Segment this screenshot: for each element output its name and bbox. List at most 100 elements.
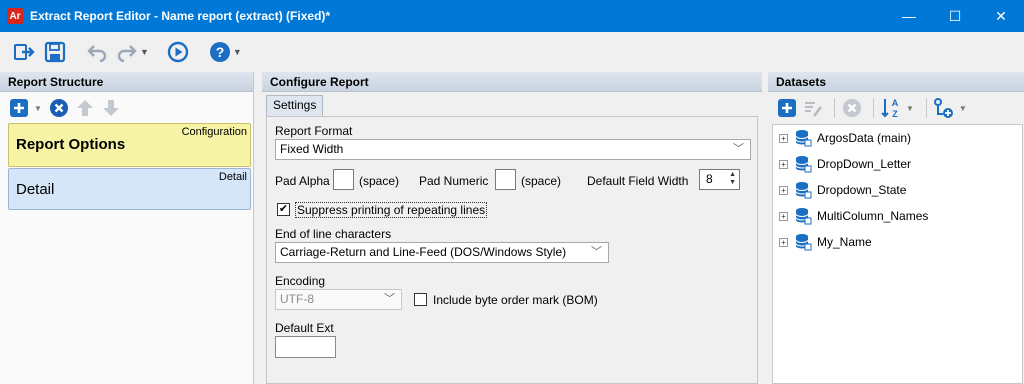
edit-dataset-button[interactable] <box>802 97 824 119</box>
pad-alpha-hint: (space) <box>359 174 400 188</box>
pad-alpha-label: Pad Alpha <box>275 174 330 188</box>
chevron-down-icon: ﹀ <box>591 246 602 258</box>
default-field-width-stepper[interactable]: 8 ▲ ▼ <box>699 169 740 190</box>
arrow-down-icon <box>102 100 119 116</box>
redo-button[interactable]: ▼ <box>116 39 149 65</box>
delete-dataset-button[interactable] <box>841 97 863 119</box>
section-title: Detail <box>16 181 55 198</box>
report-format-value: Fixed Width <box>280 142 344 156</box>
default-ext-input[interactable] <box>275 336 336 358</box>
move-down-button[interactable] <box>100 97 122 119</box>
chevron-down-icon[interactable]: ▼ <box>233 47 242 57</box>
report-structure-panel: Report Structure ▼ Configuration Report … <box>0 72 254 384</box>
pad-alpha-input[interactable] <box>333 169 354 190</box>
tree-item[interactable]: + ArgosData (main) <box>779 128 911 148</box>
datasets-header: Datasets <box>768 72 1024 92</box>
eol-select[interactable]: Carriage-Return and Line-Feed (DOS/Windo… <box>275 242 609 263</box>
minimize-button[interactable]: — <box>886 0 932 32</box>
save-icon <box>44 41 66 63</box>
spin-arrows-icon[interactable]: ▲ ▼ <box>729 171 736 187</box>
app-icon: Ar <box>7 8 23 24</box>
pad-numeric-input[interactable] <box>495 169 516 190</box>
bom-checkbox[interactable] <box>414 293 427 306</box>
pad-numeric-label: Pad Numeric <box>419 174 489 188</box>
datasets-panel: Datasets A Z ▼ ▼ + ArgosData (main) + Dr… <box>768 72 1024 384</box>
settings-form: Report Format Fixed Width ﹀ Pad Alpha (s… <box>266 116 758 384</box>
chevron-down-icon[interactable]: ▼ <box>34 104 42 113</box>
section-detail[interactable]: Detail Detail <box>8 168 251 210</box>
default-ext-label: Default Ext <box>275 321 334 335</box>
undo-button[interactable] <box>86 39 108 65</box>
delete-section-button[interactable] <box>48 97 70 119</box>
suppress-label: Suppress printing of repeating lines <box>295 202 488 218</box>
delete-icon <box>49 99 68 117</box>
chevron-down-icon: ﹀ <box>384 293 395 305</box>
section-report-options[interactable]: Configuration Report Options <box>8 123 251 167</box>
section-tag: Detail <box>218 171 247 183</box>
chevron-down-icon[interactable]: ▼ <box>140 47 149 57</box>
database-icon <box>794 155 812 173</box>
tree-item[interactable]: + DropDown_Letter <box>779 154 911 174</box>
section-title: Report Options <box>16 136 126 153</box>
database-icon <box>794 233 812 251</box>
maximize-button[interactable]: ☐ <box>932 0 978 32</box>
report-structure-toolbar: ▼ <box>0 92 253 124</box>
encoding-select[interactable]: UTF-8 ﹀ <box>275 289 402 310</box>
add-section-button[interactable] <box>8 97 30 119</box>
help-icon: ? <box>209 42 230 62</box>
default-field-width-label: Default Field Width <box>587 174 689 188</box>
database-icon <box>794 207 812 225</box>
encoding-label: Encoding <box>275 274 326 288</box>
sort-button[interactable]: A Z <box>880 97 902 119</box>
expand-icon[interactable]: + <box>779 159 788 169</box>
add-field-button[interactable] <box>933 97 955 119</box>
database-icon <box>794 129 812 147</box>
dataset-name: MultiColumn_Names <box>817 209 929 223</box>
expand-icon[interactable]: + <box>779 237 788 247</box>
help-button[interactable]: ? ▼ <box>209 39 242 65</box>
tab-strip: Settings <box>262 92 762 116</box>
dataset-name: DropDown_Letter <box>817 157 912 171</box>
svg-text:Z: Z <box>892 109 898 119</box>
save-button[interactable] <box>44 39 66 65</box>
run-button[interactable] <box>167 39 189 65</box>
eol-label: End of line characters <box>275 227 392 241</box>
pad-numeric-hint: (space) <box>521 174 562 188</box>
plus-icon <box>778 99 796 117</box>
plus-icon <box>10 99 28 117</box>
expand-icon[interactable]: + <box>779 133 788 143</box>
report-structure-header: Report Structure <box>0 72 253 92</box>
title-bar: Ar Extract Report Editor - Name report (… <box>0 0 1024 32</box>
tree-item[interactable]: + My_Name <box>779 232 872 252</box>
svg-text:?: ? <box>216 44 225 60</box>
save-close-icon <box>14 44 35 60</box>
tab-settings[interactable]: Settings <box>266 95 324 116</box>
datasets-toolbar: A Z ▼ ▼ <box>768 92 1024 124</box>
add-field-icon <box>933 98 953 118</box>
tree-item[interactable]: + MultiColumn_Names <box>779 206 928 226</box>
save-close-button[interactable] <box>14 39 36 65</box>
dataset-name: My_Name <box>817 235 872 249</box>
encoding-value: UTF-8 <box>280 292 314 306</box>
tree-item[interactable]: + Dropdown_State <box>779 180 906 200</box>
expand-icon[interactable]: + <box>779 185 788 195</box>
section-tag: Configuration <box>181 126 247 138</box>
toolbar-separator <box>925 98 927 118</box>
add-dataset-button[interactable] <box>776 97 798 119</box>
chevron-down-icon[interactable]: ▼ <box>906 104 914 113</box>
suppress-checkbox[interactable]: ✔ <box>277 203 290 216</box>
delete-icon <box>843 99 861 117</box>
configure-report-header: Configure Report <box>262 72 762 92</box>
window-controls: — ☐ ✕ <box>886 0 1024 32</box>
chevron-down-icon[interactable]: ▼ <box>959 104 967 113</box>
datasets-tree: + ArgosData (main) + DropDown_Letter + D… <box>772 124 1023 384</box>
expand-icon[interactable]: + <box>779 211 788 221</box>
arrow-up-icon <box>76 100 93 116</box>
database-icon <box>794 181 812 199</box>
close-button[interactable]: ✕ <box>978 0 1024 32</box>
sort-az-icon: A Z <box>881 98 899 119</box>
dataset-name: ArgosData (main) <box>817 131 912 145</box>
report-format-select[interactable]: Fixed Width ﹀ <box>275 139 751 160</box>
toolbar-separator <box>834 98 835 118</box>
move-up-button[interactable] <box>74 97 96 119</box>
